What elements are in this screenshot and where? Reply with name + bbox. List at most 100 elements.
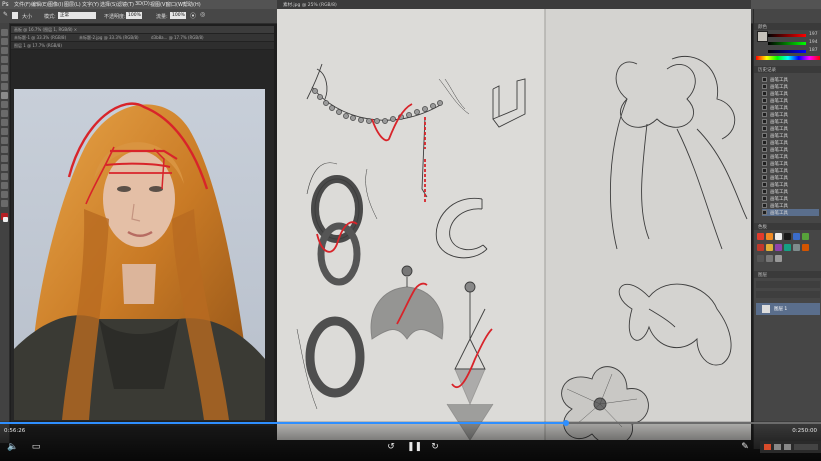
history-item[interactable]: 画笔工具 [762, 174, 819, 181]
path-select-tool-icon[interactable] [1, 173, 8, 180]
blur-tool-icon[interactable] [1, 137, 8, 144]
brush-size-picker[interactable] [12, 12, 18, 19]
history-item[interactable]: 画笔工具 [762, 195, 819, 202]
menu-type[interactable]: 文字(Y) [82, 1, 99, 8]
marquee-tool-icon[interactable] [1, 38, 8, 45]
swatch-red[interactable] [757, 233, 764, 240]
menu-layer[interactable]: 图层(L) [64, 1, 81, 8]
menu-filter[interactable]: 滤镜(T) [117, 1, 134, 8]
history-item[interactable]: 画笔工具 [762, 76, 819, 83]
tray-network-icon[interactable] [774, 444, 781, 450]
layer-name[interactable]: 图层 1 [774, 306, 787, 312]
tray-app-icon[interactable] [764, 444, 771, 450]
green-value[interactable]: 194 [809, 40, 818, 45]
swatch-green[interactable] [802, 233, 809, 240]
crop-tool-icon[interactable] [1, 65, 8, 72]
airbrush-icon[interactable]: ⦿ [190, 11, 196, 20]
history-item[interactable]: 画笔工具 [762, 104, 819, 111]
history-item[interactable]: 画笔工具 [762, 118, 819, 125]
history-item[interactable]: 画笔工具 [762, 181, 819, 188]
portrait-photo-canvas[interactable] [14, 89, 265, 420]
flow-field[interactable]: 100% [170, 12, 186, 19]
type-tool-icon[interactable] [1, 164, 8, 171]
menu-select[interactable]: 选择(S) [100, 1, 117, 8]
swatch-dark-red[interactable] [757, 244, 764, 251]
sketch-reference-canvas[interactable] [277, 9, 751, 440]
dodge-tool-icon[interactable] [1, 146, 8, 153]
history-item[interactable]: 画笔工具 [762, 167, 819, 174]
red-value[interactable]: 197 [809, 32, 818, 37]
swatch-rust[interactable] [802, 244, 809, 251]
menu-image[interactable]: 图像(I) [48, 1, 63, 8]
volume-icon[interactable]: 🔈 [7, 442, 19, 452]
subtitle-icon[interactable]: ▭ [30, 442, 42, 452]
zoom-tool-icon[interactable] [1, 200, 8, 207]
history-item[interactable]: 画笔工具 [762, 83, 819, 90]
history-item[interactable]: 画笔工具 [762, 153, 819, 160]
red-slider[interactable] [768, 34, 806, 37]
opacity-field[interactable]: 100% [126, 12, 142, 19]
eyedropper-tool-icon[interactable] [1, 74, 8, 81]
history-item[interactable]: 画笔工具 [762, 146, 819, 153]
swatch-yellow[interactable] [766, 244, 773, 251]
history-item[interactable]: 画笔工具 [762, 97, 819, 104]
swatch-white[interactable] [775, 233, 782, 240]
menu-edit[interactable]: 编辑(E) [31, 1, 48, 8]
mode-select[interactable]: 正常 [58, 12, 96, 19]
blue-slider[interactable] [768, 50, 806, 53]
progress-track[interactable] [0, 420, 821, 426]
left-document-tab-2[interactable]: 未标题-1 @ 33.3% (RGB/8) [14, 35, 66, 41]
tray-volume-icon[interactable] [784, 444, 791, 450]
gradient-tool-icon[interactable] [1, 128, 8, 135]
swatch-light-gray[interactable] [775, 255, 782, 262]
swatch-gray[interactable] [793, 244, 800, 251]
history-item[interactable]: 画笔工具 [762, 90, 819, 97]
move-tool-icon[interactable] [1, 29, 8, 36]
blue-value[interactable]: 187 [809, 48, 818, 53]
history-brush-tool-icon[interactable] [1, 110, 8, 117]
stamp-tool-icon[interactable] [1, 101, 8, 108]
swatch-blue[interactable] [793, 233, 800, 240]
left-document-tab-3[interactable]: 未标题-2.jpg @ 33.3% (RGB/8) [79, 35, 139, 41]
pause-icon[interactable]: ❚❚ [407, 442, 422, 452]
left-document-tab-4[interactable]: d3b8a... @ 17.7% (RGB/8) [151, 35, 204, 40]
history-item[interactable]: 画笔工具 [762, 111, 819, 118]
green-slider[interactable] [768, 42, 806, 45]
right-document-tab[interactable]: 素材.jpg @ 25% (RGB/8) [283, 2, 337, 8]
swatch-mid-gray[interactable] [766, 255, 773, 262]
eraser-tool-icon[interactable] [1, 119, 8, 126]
progress-knob[interactable] [563, 420, 570, 426]
menu-3d[interactable]: 3D(D) [135, 1, 150, 7]
history-item[interactable]: 画笔工具 [762, 209, 819, 216]
brush-icon[interactable]: ✎ [3, 11, 8, 18]
left-document-tab[interactable]: 画板 @ 16.7% (图层 1, RGB/8) × [14, 27, 77, 33]
rewind-10-icon[interactable]: ↺ [385, 442, 397, 452]
hand-tool-icon[interactable] [1, 191, 8, 198]
menu-view[interactable]: 视图(V) [150, 1, 167, 8]
history-item[interactable]: 画笔工具 [762, 160, 819, 167]
quick-select-tool-icon[interactable] [1, 56, 8, 63]
swatch-orange[interactable] [766, 233, 773, 240]
pen-tool-icon[interactable] [1, 155, 8, 162]
layer-row[interactable]: 图层 1 [756, 303, 820, 315]
menu-help[interactable]: 帮助(H) [183, 1, 201, 8]
history-item[interactable]: 画笔工具 [762, 125, 819, 132]
brush-tool-icon[interactable] [1, 92, 8, 99]
history-item[interactable]: 画笔工具 [762, 132, 819, 139]
pressure-icon[interactable]: ◎ [200, 11, 205, 18]
left-document-inner-tab[interactable]: 图层 1 @ 17.7% (RGB/8) [14, 43, 62, 49]
forward-30-icon[interactable]: ↻ [429, 442, 441, 452]
shape-tool-icon[interactable] [1, 182, 8, 189]
history-item[interactable]: 画笔工具 [762, 139, 819, 146]
app-logo[interactable]: Ps [2, 1, 9, 8]
swatch-black[interactable] [784, 233, 791, 240]
swatch-charcoal[interactable] [757, 255, 764, 262]
pencil-icon[interactable]: ✎ [739, 442, 751, 452]
color-preview-swatch[interactable] [757, 31, 768, 42]
swatch-purple[interactable] [775, 244, 782, 251]
background-color-swatch[interactable] [3, 217, 8, 222]
history-item[interactable]: 画笔工具 [762, 202, 819, 209]
healing-tool-icon[interactable] [1, 83, 8, 90]
history-item[interactable]: 画笔工具 [762, 188, 819, 195]
swatch-teal[interactable] [784, 244, 791, 251]
